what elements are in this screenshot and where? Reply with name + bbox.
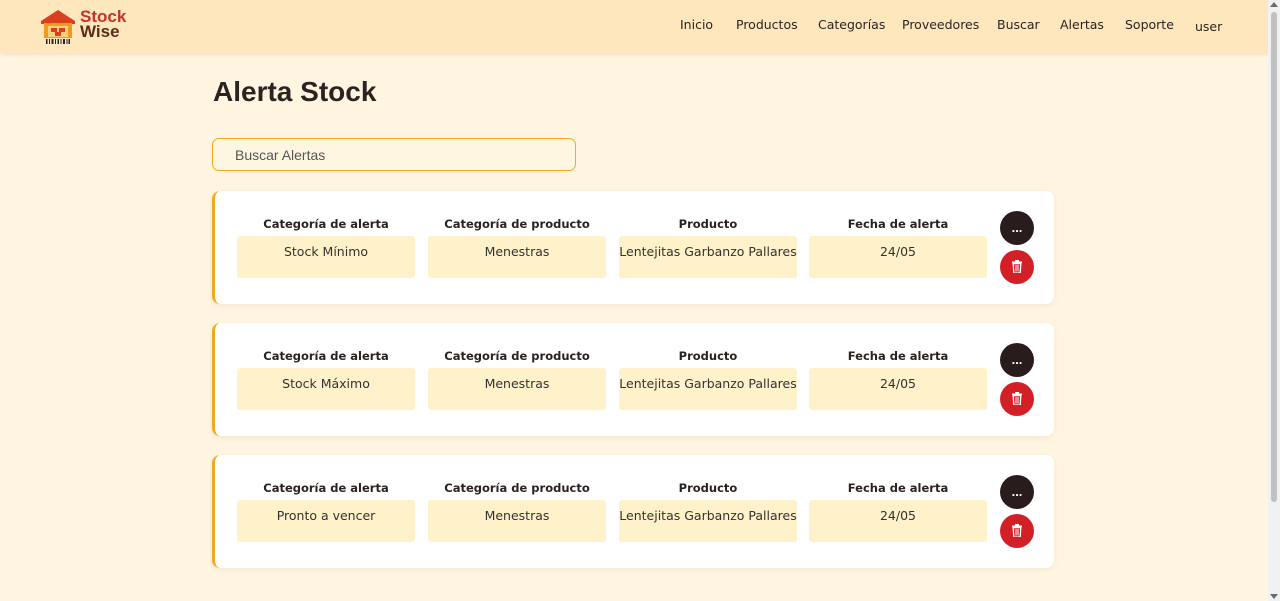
trash-icon xyxy=(1012,260,1022,273)
alert-date-value: 24/05 xyxy=(809,236,987,278)
alert-category-field: Categoría de alerta Stock Máximo xyxy=(237,349,415,410)
nav-link-buscar[interactable]: Buscar xyxy=(997,17,1040,32)
nav-links: Inicio Productos Categorías Proveedores … xyxy=(0,17,1268,37)
nav-link-proveedores[interactable]: Proveedores xyxy=(902,17,979,32)
field-label: Producto xyxy=(678,217,738,231)
search-input[interactable] xyxy=(212,138,576,171)
product-value: Lentejitas Garbanzo Pallares xyxy=(619,368,797,410)
product-value: Lentejitas Garbanzo Pallares xyxy=(619,500,797,542)
trash-icon xyxy=(1012,392,1022,405)
product-category-field: Categoría de producto Menestras xyxy=(428,217,606,278)
more-options-button[interactable]: ... xyxy=(1000,343,1034,377)
product-field: Producto Lentejitas Garbanzo Pallares xyxy=(619,349,797,410)
nav-link-inicio[interactable]: Inicio xyxy=(680,17,713,32)
nav-link-alertas[interactable]: Alertas xyxy=(1060,17,1104,32)
delete-alert-button[interactable] xyxy=(1000,514,1034,548)
alert-date-field: Fecha de alerta 24/05 xyxy=(809,481,987,542)
field-label: Categoría de producto xyxy=(444,217,590,231)
alert-category-field: Categoría de alerta Pronto a vencer xyxy=(237,481,415,542)
product-category-field: Categoría de producto Menestras xyxy=(428,349,606,410)
alert-date-field: Fecha de alerta 24/05 xyxy=(809,349,987,410)
product-field: Producto Lentejitas Garbanzo Pallares xyxy=(619,217,797,278)
product-category-value: Menestras xyxy=(428,236,606,278)
delete-alert-button[interactable] xyxy=(1000,250,1034,284)
alert-category-field: Categoría de alerta Stock Mínimo xyxy=(237,217,415,278)
field-label: Categoría de alerta xyxy=(263,217,389,231)
field-label: Categoría de alerta xyxy=(263,481,389,495)
field-label: Fecha de alerta xyxy=(847,349,949,363)
nav-link-soporte[interactable]: Soporte xyxy=(1125,17,1174,32)
field-label: Categoría de producto xyxy=(444,481,590,495)
product-category-value: Menestras xyxy=(428,500,606,542)
page-title: Alerta Stock xyxy=(213,76,377,107)
alert-category-value: Stock Mínimo xyxy=(237,236,415,278)
more-options-button[interactable]: ... xyxy=(1000,475,1034,509)
field-label: Categoría de producto xyxy=(444,349,590,363)
scroll-up-icon[interactable] xyxy=(1270,2,1278,7)
product-category-field: Categoría de producto Menestras xyxy=(428,481,606,542)
alert-date-value: 24/05 xyxy=(809,368,987,410)
field-label: Fecha de alerta xyxy=(847,481,949,495)
alert-card: Categoría de alerta Pronto a vencer Cate… xyxy=(212,455,1054,568)
field-label: Fecha de alerta xyxy=(847,217,949,231)
delete-alert-button[interactable] xyxy=(1000,382,1034,416)
user-menu[interactable]: user xyxy=(1195,19,1222,34)
scroll-down-icon[interactable] xyxy=(1270,594,1278,599)
alert-date-value: 24/05 xyxy=(809,500,987,542)
alert-card: Categoría de alerta Stock Mínimo Categor… xyxy=(212,191,1054,304)
product-category-value: Menestras xyxy=(428,368,606,410)
more-options-button[interactable]: ... xyxy=(1000,211,1034,245)
navbar: Stock Wise Inicio Productos Categorías P… xyxy=(0,0,1268,53)
scrollbar-thumb[interactable] xyxy=(1271,12,1277,502)
alert-category-value: Pronto a vencer xyxy=(237,500,415,542)
alert-date-field: Fecha de alerta 24/05 xyxy=(809,217,987,278)
field-label: Producto xyxy=(678,349,738,363)
field-label: Producto xyxy=(678,481,738,495)
product-field: Producto Lentejitas Garbanzo Pallares xyxy=(619,481,797,542)
trash-icon xyxy=(1012,524,1022,537)
field-label: Categoría de alerta xyxy=(263,349,389,363)
alert-category-value: Stock Máximo xyxy=(237,368,415,410)
page-scrollbar[interactable] xyxy=(1268,0,1280,601)
nav-link-categorias[interactable]: Categorías xyxy=(818,17,885,32)
alert-card: Categoría de alerta Stock Máximo Categor… xyxy=(212,323,1054,436)
product-value: Lentejitas Garbanzo Pallares xyxy=(619,236,797,278)
nav-link-productos[interactable]: Productos xyxy=(736,17,798,32)
